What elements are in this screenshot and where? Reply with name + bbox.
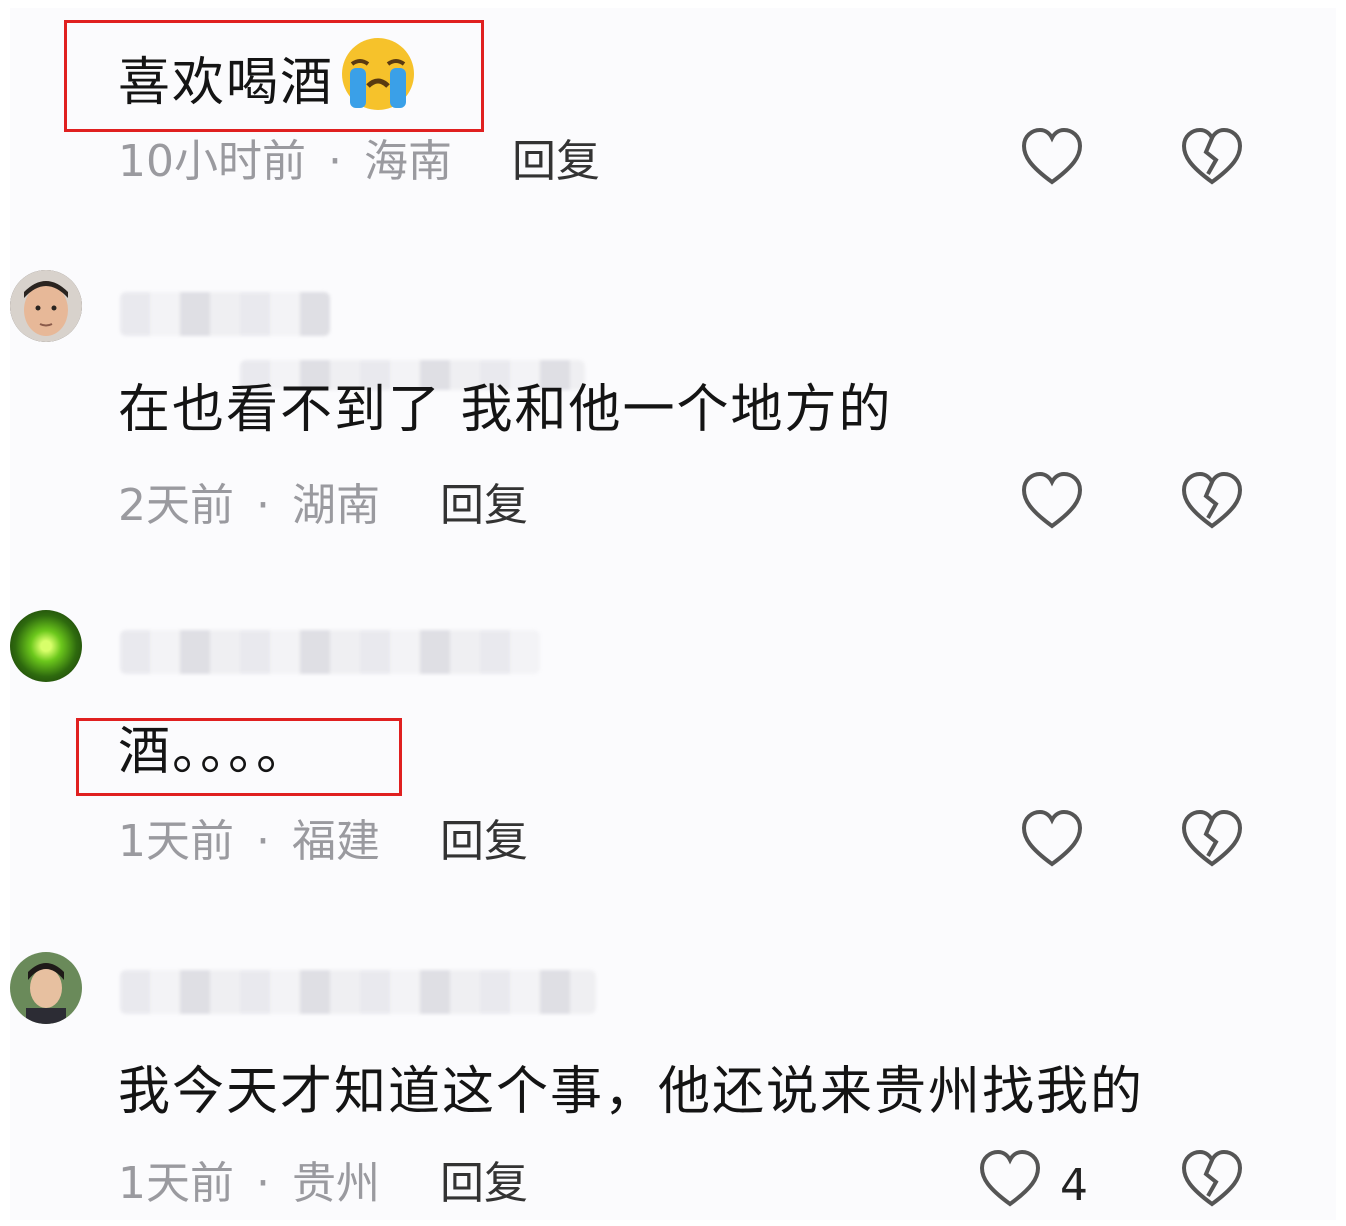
comment-item: 我今天才知道这个事，他还说来贵州找我的 1天前 · 贵州 回复 4 <box>10 950 1336 1220</box>
comment-meta: 1天前 · 贵州 回复 <box>118 1158 528 1210</box>
reply-button[interactable]: 回复 <box>440 1158 528 1209</box>
comment-item: 酒。。。。 1天前 · 福建 回复 <box>10 608 1336 918</box>
heart-icon[interactable] <box>1020 810 1084 870</box>
heart-icon[interactable] <box>1020 472 1084 532</box>
username-blurred[interactable] <box>120 970 596 1014</box>
comment-location: 海南 <box>364 136 452 187</box>
heart-icon[interactable] <box>978 1150 1042 1210</box>
broken-heart-icon[interactable] <box>1180 810 1244 870</box>
username-blurred[interactable] <box>120 630 540 674</box>
comment-time: 1天前 <box>118 1158 234 1209</box>
loudly-crying-face-icon <box>342 38 415 110</box>
broken-heart-icon[interactable] <box>1180 1150 1244 1210</box>
avatar[interactable] <box>10 952 82 1024</box>
comment-location: 福建 <box>292 816 380 867</box>
comment-list: 喜欢喝酒 10小时前 · 海南 回复 在也看不到了 我和他一个地方的 2天前 ·… <box>10 8 1336 1220</box>
like-count: 4 <box>1060 1160 1088 1211</box>
comment-text: 酒。。。。 <box>118 722 311 782</box>
broken-heart-icon[interactable] <box>1180 472 1244 532</box>
reply-button[interactable]: 回复 <box>440 816 528 867</box>
broken-heart-icon[interactable] <box>1180 128 1244 188</box>
reply-button[interactable]: 回复 <box>440 480 528 531</box>
meta-separator: · <box>256 816 270 867</box>
heart-icon[interactable] <box>1020 128 1084 188</box>
comment-item: 喜欢喝酒 10小时前 · 海南 回复 <box>10 8 1336 228</box>
comment-time: 2天前 <box>118 480 234 531</box>
meta-separator: · <box>256 1158 270 1209</box>
comment-time: 10小时前 <box>118 136 306 187</box>
comment-item: 在也看不到了 我和他一个地方的 2天前 · 湖南 回复 <box>10 268 1336 588</box>
comment-text: 我今天才知道这个事，他还说来贵州找我的 <box>118 1062 1145 1122</box>
comment-meta: 1天前 · 福建 回复 <box>118 816 528 868</box>
comment-location: 贵州 <box>292 1158 380 1209</box>
comment-time: 1天前 <box>118 816 234 867</box>
avatar[interactable] <box>10 610 82 682</box>
comment-text: 喜欢喝酒 <box>118 34 418 114</box>
avatar-face <box>10 270 82 342</box>
comment-location: 湖南 <box>292 480 380 531</box>
comment-meta: 2天前 · 湖南 回复 <box>118 480 528 532</box>
meta-separator: · <box>256 480 270 531</box>
comment-meta: 10小时前 · 海南 回复 <box>118 136 600 188</box>
username-blurred[interactable] <box>120 292 330 336</box>
avatar[interactable] <box>10 270 82 342</box>
meta-separator: · <box>328 136 342 187</box>
reply-button[interactable]: 回复 <box>512 136 600 187</box>
comment-text: 在也看不到了 我和他一个地方的 <box>118 380 893 440</box>
avatar-face <box>10 952 82 1024</box>
